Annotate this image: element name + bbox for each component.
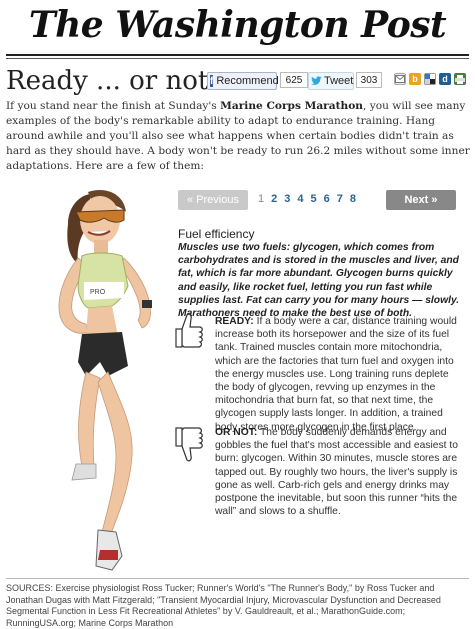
page-link-6[interactable]: 6 [324,193,330,205]
intro-paragraph: If you stand near the finish at Sunday's… [6,99,470,174]
ready-paragraph: READY: If a body were a car, distance tr… [215,315,465,434]
page-link-5[interactable]: 5 [311,193,317,205]
masthead-rule-thin [6,58,469,59]
intro-text-1: If you stand near the finish at Sunday's [6,100,221,112]
not-ready-label: OR NOT: [215,427,258,438]
site-logo[interactable]: The Washington Post [0,4,475,46]
pagination: « Previous 1 2 3 4 5 6 7 8 Next » [178,190,472,210]
page-numbers: 1 2 3 4 5 6 7 8 [258,193,356,205]
print-icon[interactable] [454,73,466,85]
page-link-7[interactable]: 7 [337,193,343,205]
page-link-1[interactable]: 1 [258,193,264,205]
runner-illustration: PRO [58,190,152,571]
tweet-label: Tweet [324,75,354,87]
masthead: The Washington Post [0,0,475,62]
next-button[interactable]: Next » [386,190,456,210]
facebook-count: 625 [280,72,308,88]
facebook-recommend-label: Recommend [216,75,279,87]
tweet-button[interactable]: Tweet [308,72,354,90]
previous-button[interactable]: « Previous [178,190,248,210]
page-title: Ready ... or not [6,66,209,96]
buzz-icon[interactable]: b [409,73,421,85]
section-title: Fuel efficiency [178,227,255,241]
marine-corps-marathon-link[interactable]: Marine Corps Marathon [220,100,363,112]
ready-text: If a body were a car, distance training … [215,316,457,433]
not-ready-paragraph: OR NOT: The body suddenly demands energy… [215,426,465,518]
page-link-3[interactable]: 3 [284,193,290,205]
svg-text:PRO: PRO [90,289,106,296]
delicious-icon[interactable] [424,73,436,85]
sources-text: SOURCES: Exercise physiologist Ross Tuck… [6,583,441,628]
page-link-8[interactable]: 8 [350,193,356,205]
facebook-recommend-button[interactable]: f Recommend [207,72,279,90]
email-icon[interactable] [394,73,406,85]
page-link-2[interactable]: 2 [271,193,277,205]
sources-divider [6,578,469,579]
ready-label: READY: [215,316,254,327]
not-ready-text: The body suddenly demands energy and gob… [215,427,458,518]
thumbs-down-icon [175,427,203,462]
tweet-count: 303 [356,72,382,88]
digg-icon[interactable]: d [439,73,451,85]
facebook-icon: f [210,75,214,87]
page-link-4[interactable]: 4 [297,193,303,205]
twitter-bird-icon [311,76,322,87]
thumbs-up-icon [175,313,203,348]
masthead-rule [6,54,469,56]
section-lead: Muscles use two fuels: glycogen, which c… [178,242,460,320]
share-icons: b d [394,73,466,85]
